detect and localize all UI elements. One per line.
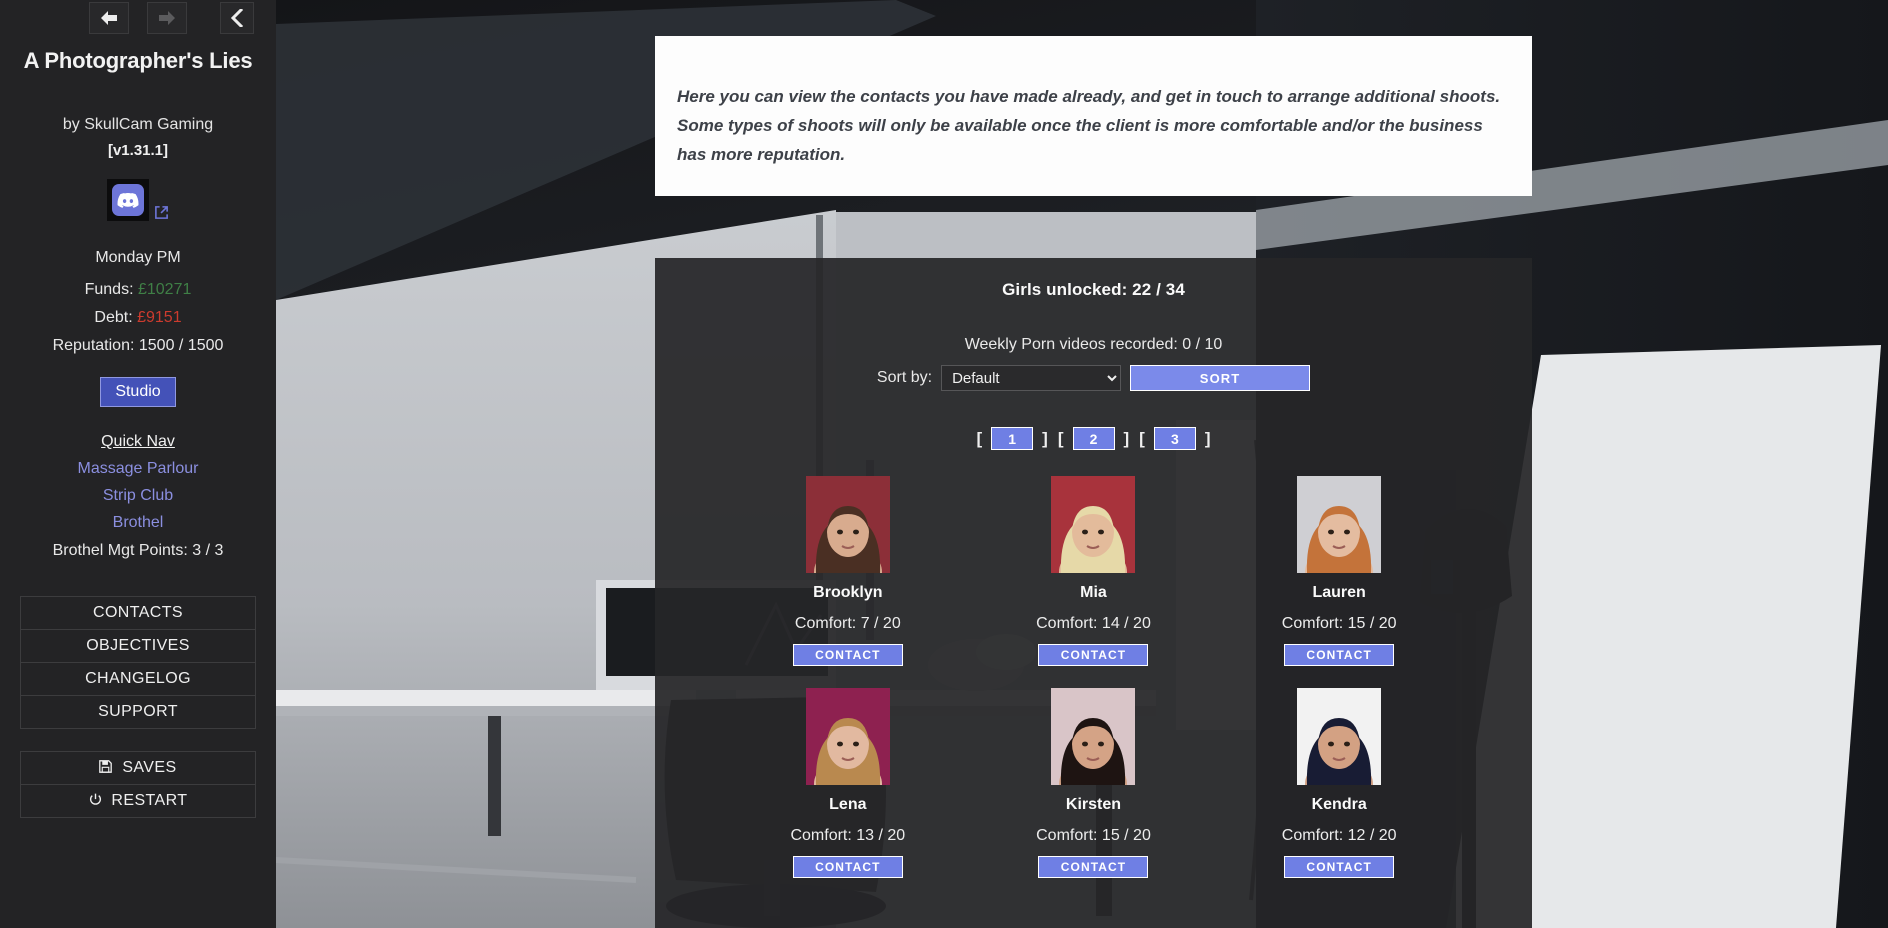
sort-button[interactable]: SORT: [1130, 365, 1311, 391]
menu-item-support[interactable]: SUPPORT: [21, 696, 255, 728]
pagination-bracket-open-1: [: [976, 428, 983, 448]
menu-item-changelog[interactable]: CHANGELOG: [21, 663, 255, 696]
girl-card-mia: Mia Comfort: 14 / 20 CONTACT: [971, 476, 1217, 666]
day-time-label: Monday PM: [95, 249, 181, 266]
quicknav-massage-parlour[interactable]: Massage Parlour: [0, 460, 276, 478]
game-title: A Photographer's Lies: [23, 48, 253, 73]
girl-comfort-mia: Comfort: 14 / 20: [1036, 615, 1151, 632]
pagination: [ 1 ] [ 2 ] [ 3 ]: [655, 427, 1532, 450]
girl-name-lauren: Lauren: [1312, 584, 1366, 601]
studio-button[interactable]: Studio: [100, 377, 176, 407]
pagination-bracket-close-3: ]: [1204, 428, 1211, 448]
menu-item-restart-label: RESTART: [111, 792, 188, 809]
girl-comfort-kirsten: Comfort: 15 / 20: [1036, 827, 1151, 844]
girl-card-lauren: Lauren Comfort: 15 / 20 CONTACT: [1216, 476, 1462, 666]
reputation-label: Reputation:: [52, 337, 135, 354]
girl-portrait-kendra[interactable]: [1297, 688, 1382, 785]
girl-card-kendra: Kendra Comfort: 12 / 20 CONTACT: [1216, 688, 1462, 878]
menu-item-contacts[interactable]: CONTACTS: [21, 597, 255, 630]
menu-item-objectives[interactable]: OBJECTIVES: [21, 630, 255, 663]
main-content: Here you can view the contacts you have …: [276, 0, 1888, 928]
author-credit: by SkullCam Gaming: [62, 116, 214, 133]
contact-button-kirsten[interactable]: CONTACT: [1038, 856, 1149, 878]
brothel-mgt-points: Brothel Mgt Points: 3 / 3: [52, 542, 224, 559]
menu-item-restart[interactable]: RESTART: [21, 785, 255, 817]
sidebar-nav-row: [0, 0, 276, 36]
girls-grid: Brooklyn Comfort: 7 / 20 CONTACT Mia Com…: [655, 476, 1532, 902]
secondary-menu: SAVES RESTART: [20, 751, 256, 818]
discord-link-row: [0, 179, 276, 221]
pagination-page-3[interactable]: 3: [1153, 427, 1196, 450]
sort-by-label: Sort by:: [876, 369, 933, 386]
girls-unlocked-count: Girls unlocked: 22 / 34: [1002, 280, 1185, 299]
discord-button[interactable]: [107, 179, 149, 221]
pagination-bracket-close-1: ]: [1042, 428, 1048, 448]
pagination-bracket-close-2: ]: [1123, 428, 1130, 448]
girl-portrait-lena[interactable]: [805, 688, 890, 785]
sort-select[interactable]: Default: [941, 365, 1122, 391]
version-label: [v1.31.1]: [107, 142, 169, 159]
chevron-left-icon: [230, 9, 244, 27]
collapse-sidebar-button[interactable]: [220, 2, 254, 34]
girl-card-lena: Lena Comfort: 13 / 20 CONTACT: [725, 688, 971, 878]
girl-card-brooklyn: Brooklyn Comfort: 7 / 20 CONTACT: [725, 476, 971, 666]
app-root: A Photographer's Lies by SkullCam Gaming…: [0, 0, 1888, 928]
girl-name-kirsten: Kirsten: [1065, 796, 1122, 813]
girl-portrait-kirsten[interactable]: [1051, 688, 1136, 785]
back-button[interactable]: [89, 2, 129, 34]
debt-label: Debt:: [94, 309, 133, 326]
info-panel: Here you can view the contacts you have …: [655, 36, 1532, 196]
pagination-page-2[interactable]: 2: [1072, 427, 1115, 450]
info-panel-text: Here you can view the contacts you have …: [677, 87, 1501, 165]
girl-comfort-lena: Comfort: 13 / 20: [790, 827, 906, 844]
girl-portrait-mia[interactable]: [1051, 476, 1136, 573]
funds-stat: Funds: £10271: [0, 281, 276, 299]
menu-item-saves[interactable]: SAVES: [21, 752, 255, 785]
quicknav-strip-club[interactable]: Strip Club: [0, 487, 276, 505]
contact-button-lauren[interactable]: CONTACT: [1284, 644, 1395, 666]
power-icon: [89, 792, 107, 809]
pagination-bracket-open-2: [: [1057, 428, 1064, 448]
contact-button-lena[interactable]: CONTACT: [792, 856, 903, 878]
girl-comfort-lauren: Comfort: 15 / 20: [1281, 615, 1397, 632]
funds-label: Funds:: [84, 281, 134, 298]
girl-name-brooklyn: Brooklyn: [813, 584, 883, 601]
pagination-bracket-open-3: [: [1139, 428, 1145, 448]
primary-menu: CONTACTS OBJECTIVES CHANGELOG SUPPORT: [20, 596, 256, 729]
sort-controls: Sort by: Default SORT: [655, 365, 1532, 391]
funds-value: £10271: [137, 281, 192, 298]
girl-name-mia: Mia: [1080, 584, 1107, 601]
girl-comfort-kendra: Comfort: 12 / 20: [1281, 827, 1397, 844]
save-icon: [99, 759, 117, 776]
external-link-icon[interactable]: [154, 205, 169, 220]
forward-button[interactable]: [147, 2, 187, 34]
girl-name-kendra: Kendra: [1311, 796, 1367, 813]
girl-name-lena: Lena: [829, 796, 867, 813]
debt-value: £9151: [137, 309, 182, 326]
debt-stat: Debt: £9151: [0, 309, 276, 327]
arrow-right-icon: [159, 11, 175, 25]
menu-item-saves-label: SAVES: [122, 759, 177, 776]
contacts-panel: Girls unlocked: 22 / 34 Weekly Porn vide…: [655, 258, 1532, 928]
reputation-value: 1500 / 1500: [138, 337, 224, 354]
quicknav-brothel[interactable]: Brothel: [0, 514, 276, 532]
contact-button-kendra[interactable]: CONTACT: [1284, 856, 1395, 878]
arrow-left-icon: [101, 11, 117, 25]
girl-comfort-brooklyn: Comfort: 7 / 20: [794, 615, 901, 632]
girl-portrait-brooklyn[interactable]: [805, 476, 890, 573]
girl-portrait-lauren[interactable]: [1297, 476, 1382, 573]
contact-button-brooklyn[interactable]: CONTACT: [792, 644, 903, 666]
weekly-videos-count: Weekly Porn videos recorded: 0 / 10: [964, 336, 1223, 353]
contact-button-mia[interactable]: CONTACT: [1038, 644, 1149, 666]
discord-icon: [112, 184, 144, 216]
pagination-page-1[interactable]: 1: [991, 427, 1034, 450]
quick-nav-heading: Quick Nav: [101, 433, 175, 450]
girl-card-kirsten: Kirsten Comfort: 15 / 20 CONTACT: [971, 688, 1217, 878]
sidebar: A Photographer's Lies by SkullCam Gaming…: [0, 0, 276, 928]
reputation-stat: Reputation: 1500 / 1500: [0, 337, 276, 355]
